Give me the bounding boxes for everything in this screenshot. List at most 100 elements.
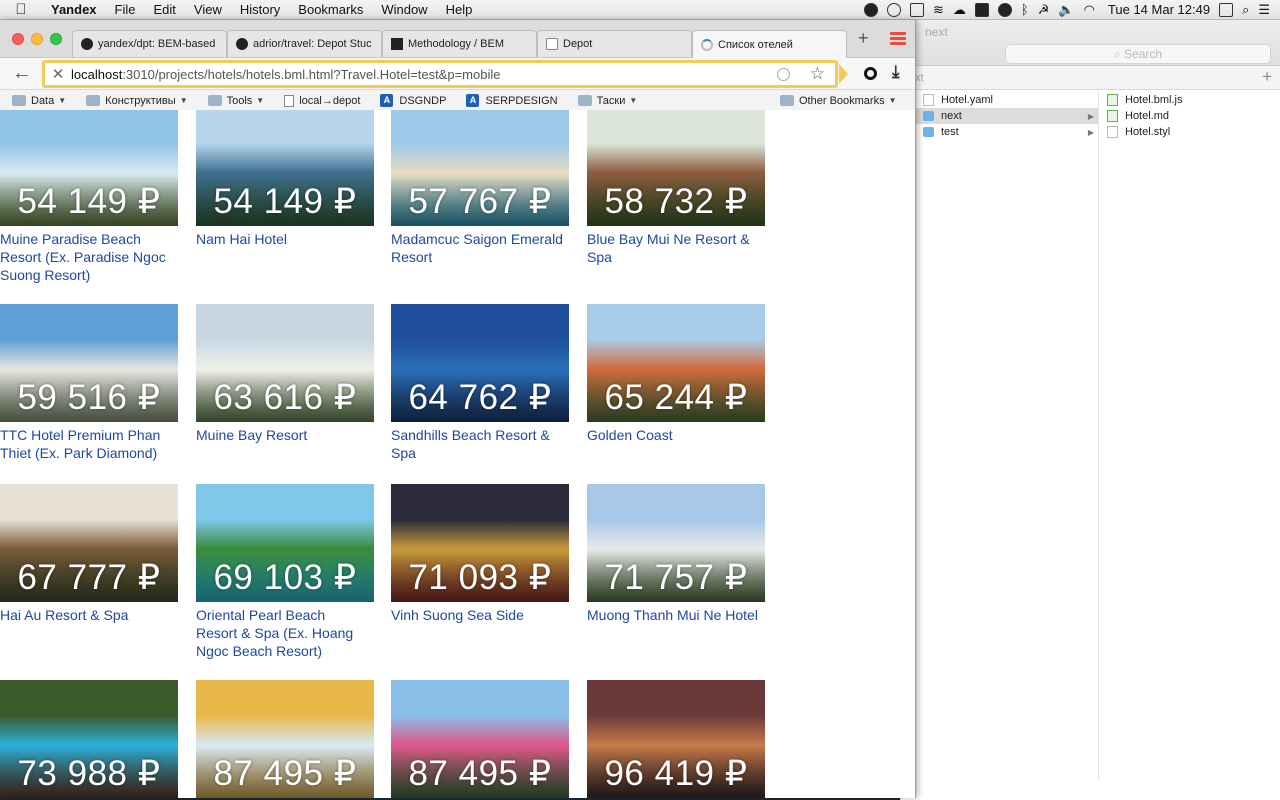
- menu-view[interactable]: View: [185, 2, 231, 17]
- cloud-sync-icon[interactable]: ☁: [953, 2, 966, 18]
- hotel-card[interactable]: 87 495 ₽: [196, 680, 374, 798]
- hotel-card[interactable]: 87 495 ₽: [391, 680, 569, 798]
- hotel-photo[interactable]: 54 149 ₽: [196, 110, 374, 226]
- menu-history[interactable]: History: [231, 2, 289, 17]
- bookmark-star-icon[interactable]: ☆: [810, 64, 825, 84]
- menu-help[interactable]: Help: [437, 2, 482, 17]
- notification-center-icon[interactable]: ☰: [1258, 2, 1270, 18]
- menu-app-name[interactable]: Yandex: [42, 2, 106, 17]
- hotel-photo[interactable]: 54 149 ₽: [0, 110, 178, 226]
- wind-icon[interactable]: ≋: [933, 2, 944, 18]
- download-icon[interactable]: ⤓: [892, 62, 900, 82]
- hotel-name-link[interactable]: Hai Au Resort & Spa: [0, 606, 178, 624]
- address-url[interactable]: localhost:3010/projects/hotels/hotels.bm…: [71, 67, 777, 82]
- bookmark-tools[interactable]: Tools ▼: [207, 95, 264, 107]
- menu-edit[interactable]: Edit: [144, 2, 184, 17]
- bluetooth-icon[interactable]: ᛒ: [1021, 2, 1029, 17]
- menu-file[interactable]: File: [106, 2, 145, 17]
- hotel-name-link[interactable]: Vinh Suong Sea Side: [391, 606, 569, 624]
- hotel-card[interactable]: 69 103 ₽ Oriental Pearl Beach Resort & Sp…: [196, 484, 374, 660]
- minimize-window-button[interactable]: [31, 33, 43, 45]
- finder-item-test[interactable]: test ▶: [901, 124, 1098, 140]
- menu-bookmarks[interactable]: Bookmarks: [289, 2, 372, 17]
- hotel-photo[interactable]: 71 757 ₽: [587, 484, 765, 602]
- back-arrow-icon[interactable]: ←: [12, 62, 32, 85]
- tab-adrior-travel[interactable]: adrior/travel: Depot Stuc: [227, 30, 382, 57]
- hotel-card[interactable]: 64 762 ₽ Sandhills Beach Resort & Spa: [391, 304, 569, 462]
- hotel-name-link[interactable]: Blue Bay Mui Ne Resort & Spa: [587, 230, 765, 266]
- hotel-card[interactable]: 54 149 ₽ Muine Paradise Beach Resort (Ex.…: [0, 110, 178, 284]
- hotel-card[interactable]: 65 244 ₽ Golden Coast: [587, 304, 765, 444]
- hotel-photo[interactable]: 87 495 ₽: [196, 680, 374, 798]
- finder-add-icon[interactable]: +: [1262, 67, 1272, 87]
- finder-item-hotel-bml-js[interactable]: Hotel.bml.js: [1099, 92, 1279, 108]
- hotel-photo[interactable]: 87 495 ₽: [391, 680, 569, 798]
- tab-depot[interactable]: Depot: [537, 30, 692, 57]
- wifi-icon[interactable]: ◠: [1084, 2, 1095, 18]
- bookmark-serpdesign[interactable]: A SERPDESIGN: [466, 94, 558, 107]
- hotel-name-link[interactable]: Muine Paradise Beach Resort (Ex. Paradis…: [0, 230, 178, 284]
- finder-item-next[interactable]: next ▶: [901, 108, 1098, 124]
- bookmark-dsgndp[interactable]: A DSGNDP: [380, 94, 446, 107]
- extension-icon[interactable]: [864, 67, 877, 80]
- tab-hotel-list[interactable]: Список отелей: [692, 30, 847, 58]
- finder-item-hotel-yaml[interactable]: Hotel.yaml: [901, 92, 1098, 108]
- menu-window[interactable]: Window: [372, 2, 436, 17]
- hotel-card[interactable]: 57 767 ₽ Madamcuc Saigon Emerald Resort: [391, 110, 569, 266]
- close-window-button[interactable]: [12, 33, 24, 45]
- hotel-photo[interactable]: 71 093 ₽: [391, 484, 569, 602]
- app-tray-icon[interactable]: [974, 2, 989, 17]
- bolt-icon[interactable]: [997, 2, 1012, 17]
- hotel-card[interactable]: 71 757 ₽ Muong Thanh Mui Ne Hotel: [587, 484, 765, 624]
- hotel-card[interactable]: 54 149 ₽ Nam Hai Hotel: [196, 110, 374, 248]
- browser-menu-icon[interactable]: [890, 32, 906, 46]
- hotel-name-link[interactable]: Muong Thanh Mui Ne Hotel: [587, 606, 765, 624]
- hotel-name-link[interactable]: Muine Bay Resort: [196, 426, 374, 444]
- hotel-name-link[interactable]: Golden Coast: [587, 426, 765, 444]
- hotel-card[interactable]: 63 616 ₽ Muine Bay Resort: [196, 304, 374, 444]
- hotel-photo[interactable]: 69 103 ₽: [196, 484, 374, 602]
- hotel-card[interactable]: 96 419 ₽: [587, 680, 765, 798]
- site-info-icon[interactable]: [776, 67, 790, 81]
- apple-icon[interactable]: : [0, 1, 42, 18]
- hotel-photo[interactable]: 65 244 ₽: [587, 304, 765, 422]
- bookmark-other[interactable]: Other Bookmarks ▼: [780, 95, 897, 107]
- screen-icon[interactable]: [910, 2, 925, 17]
- hotel-name-link[interactable]: Oriental Pearl Beach Resort & Spa (Ex. H…: [196, 606, 374, 660]
- hammer-sickle-icon[interactable]: ☭: [1038, 2, 1050, 18]
- hotel-name-link[interactable]: Nam Hai Hotel: [196, 230, 374, 248]
- hotel-name-link[interactable]: Madamcuc Saigon Emerald Resort: [391, 230, 569, 266]
- tab-methodology-bem[interactable]: Methodology / BEM: [382, 30, 537, 57]
- menubar-clock[interactable]: Tue 14 Mar 12:49: [1108, 2, 1210, 17]
- hotel-photo[interactable]: 58 732 ₽: [587, 110, 765, 226]
- bookmark-taski[interactable]: Таски ▼: [577, 95, 637, 107]
- volume-icon[interactable]: 🔈: [1058, 2, 1074, 18]
- hotel-name-link[interactable]: Sandhills Beach Resort & Spa: [391, 426, 569, 462]
- hotel-photo[interactable]: 96 419 ₽: [587, 680, 765, 798]
- timer-icon[interactable]: [887, 2, 902, 17]
- bookmark-konstruktivy[interactable]: Конструктивы ▼: [86, 95, 188, 107]
- bookmark-data[interactable]: Data ▼: [12, 95, 66, 107]
- finder-item-hotel-md[interactable]: Hotel.md: [1099, 108, 1279, 124]
- new-tab-button[interactable]: +: [858, 28, 869, 49]
- hotel-card[interactable]: 71 093 ₽ Vinh Suong Sea Side: [391, 484, 569, 624]
- finder-search-input[interactable]: ⌕ Search: [1005, 44, 1271, 64]
- spotlight-icon[interactable]: ⌕: [1242, 2, 1249, 18]
- hotel-name-link[interactable]: TTC Hotel Premium Phan Thiet (Ex. Park D…: [0, 426, 178, 462]
- stop-loading-icon[interactable]: ✕: [45, 65, 71, 83]
- hotel-card[interactable]: 73 988 ₽: [0, 680, 178, 798]
- finder-item-hotel-styl[interactable]: Hotel.styl: [1099, 124, 1279, 140]
- hotel-card[interactable]: 58 732 ₽ Blue Bay Mui Ne Resort & Spa: [587, 110, 765, 266]
- zoom-window-button[interactable]: [50, 33, 62, 45]
- battery-icon[interactable]: [1219, 2, 1234, 17]
- hotel-photo[interactable]: 63 616 ₽: [196, 304, 374, 422]
- tab-yandex-dpt[interactable]: yandex/dpt: BEM-based: [72, 30, 227, 57]
- address-bar[interactable]: ✕ localhost:3010/projects/hotels/hotels.…: [42, 60, 848, 88]
- hotel-photo[interactable]: 59 516 ₽: [0, 304, 178, 422]
- hotel-card[interactable]: 59 516 ₽ TTC Hotel Premium Phan Thiet (Ex…: [0, 304, 178, 462]
- hotel-photo[interactable]: 64 762 ₽: [391, 304, 569, 422]
- hotel-card[interactable]: 67 777 ₽ Hai Au Resort & Spa: [0, 484, 178, 624]
- hotel-photo[interactable]: 73 988 ₽: [0, 680, 178, 798]
- hotel-photo[interactable]: 57 767 ₽: [391, 110, 569, 226]
- hotel-photo[interactable]: 67 777 ₽: [0, 484, 178, 602]
